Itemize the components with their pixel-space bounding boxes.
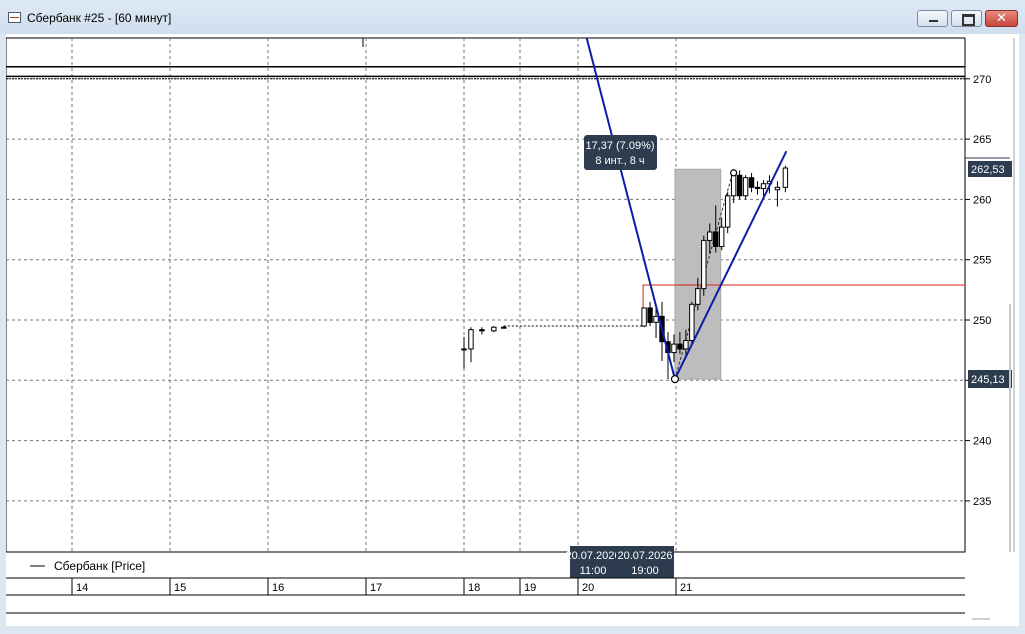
candle-body bbox=[677, 343, 683, 350]
date-tag-start-time: 11:00 bbox=[580, 565, 607, 577]
y-tick-label: 270 bbox=[973, 74, 991, 86]
x-tick-label: 18 bbox=[468, 582, 480, 594]
candle-body bbox=[647, 307, 653, 323]
close-button[interactable]: ✕ bbox=[985, 10, 1018, 27]
candle-body bbox=[719, 226, 725, 247]
date-tag-end-time: 19:00 bbox=[631, 565, 659, 577]
date-tag-start: 20.07.2026 11:00 bbox=[565, 546, 621, 578]
candle-body bbox=[782, 167, 789, 188]
chart-client-area: 235240245250255260265270 bbox=[5, 34, 1019, 626]
y-tick-label: 240 bbox=[973, 436, 991, 448]
high-point-marker[interactable] bbox=[730, 169, 738, 177]
maximize-button[interactable] bbox=[951, 10, 982, 27]
candle-body bbox=[730, 174, 737, 197]
x-tick-label: 20 bbox=[582, 582, 594, 594]
candle-body bbox=[671, 343, 677, 354]
y-tick-label: 265 bbox=[973, 134, 991, 146]
y-tick-label: 250 bbox=[973, 315, 991, 327]
candle-body bbox=[707, 231, 713, 241]
y-tick-label: 235 bbox=[973, 496, 991, 508]
measure-duration-text: 8 инт., 8 ч bbox=[595, 155, 644, 167]
x-tick-label: 15 bbox=[174, 582, 186, 594]
x-tick-label: 21 bbox=[680, 582, 692, 594]
x-tick-label: 16 bbox=[272, 582, 284, 594]
candle-body bbox=[491, 326, 497, 332]
date-tag-start-date: 20.07.2026 bbox=[565, 550, 620, 562]
plot-area[interactable] bbox=[5, 37, 966, 553]
measure-change-text: 17,37 (7.09%) bbox=[585, 140, 654, 152]
candle-body bbox=[695, 288, 701, 305]
price-chart[interactable]: 235240245250255260265270 bbox=[5, 34, 1019, 626]
title-bar[interactable]: Сбербанк #25 - [60 минут] ✕ bbox=[0, 0, 1025, 34]
legend: Сбербанк [Price] bbox=[30, 559, 145, 573]
minimize-icon bbox=[929, 20, 938, 22]
x-axis-labels: 14 15 16 17 18 19 20 21 bbox=[76, 582, 692, 594]
candle-body bbox=[742, 177, 749, 197]
chart-window-icon bbox=[8, 12, 21, 23]
candle-body bbox=[468, 329, 474, 350]
y-axis-labels: 235240245250255260265270 bbox=[965, 74, 991, 508]
low-point-marker[interactable] bbox=[670, 374, 680, 384]
candle-body bbox=[760, 183, 767, 190]
legend-label: Сбербанк [Price] bbox=[54, 559, 145, 573]
candle-body bbox=[689, 303, 695, 342]
candle-body bbox=[641, 307, 647, 327]
candle-body bbox=[713, 231, 719, 247]
x-tick-label: 19 bbox=[524, 582, 536, 594]
low-price-tag: 245,13 bbox=[968, 370, 1012, 388]
candle-body bbox=[653, 315, 659, 323]
candle-body bbox=[701, 239, 707, 290]
low-price-label: 245,13 bbox=[971, 374, 1005, 386]
y-tick-label: 255 bbox=[973, 255, 991, 267]
candle-body bbox=[754, 186, 761, 190]
maximize-icon bbox=[962, 14, 975, 26]
minimize-button[interactable] bbox=[917, 10, 948, 27]
y-tick-label: 260 bbox=[973, 194, 991, 206]
window-title: Сбербанк #25 - [60 минут] bbox=[27, 11, 172, 25]
candle-body bbox=[683, 340, 689, 350]
current-price-label: 262,53 bbox=[971, 164, 1005, 176]
candle-body bbox=[736, 174, 743, 197]
date-tag-end: 20.07.2026 19:00 bbox=[616, 546, 674, 578]
candle-body bbox=[479, 329, 485, 332]
date-tag-end-date: 20.07.2026 bbox=[617, 550, 672, 562]
candle-body bbox=[501, 326, 507, 329]
x-tick-label: 14 bbox=[76, 582, 88, 594]
candle-body bbox=[748, 177, 755, 188]
candle-body bbox=[461, 348, 467, 351]
current-price-tag: 262,53 bbox=[965, 157, 1012, 177]
candle-body bbox=[724, 195, 731, 228]
close-icon: ✕ bbox=[996, 11, 1007, 26]
measure-tooltip: 17,37 (7.09%) 8 инт., 8 ч bbox=[584, 135, 657, 170]
candle-body bbox=[774, 186, 781, 191]
app-window: Сбербанк #25 - [60 минут] ✕ 235240245250… bbox=[0, 0, 1025, 634]
x-tick-label: 17 bbox=[370, 582, 382, 594]
